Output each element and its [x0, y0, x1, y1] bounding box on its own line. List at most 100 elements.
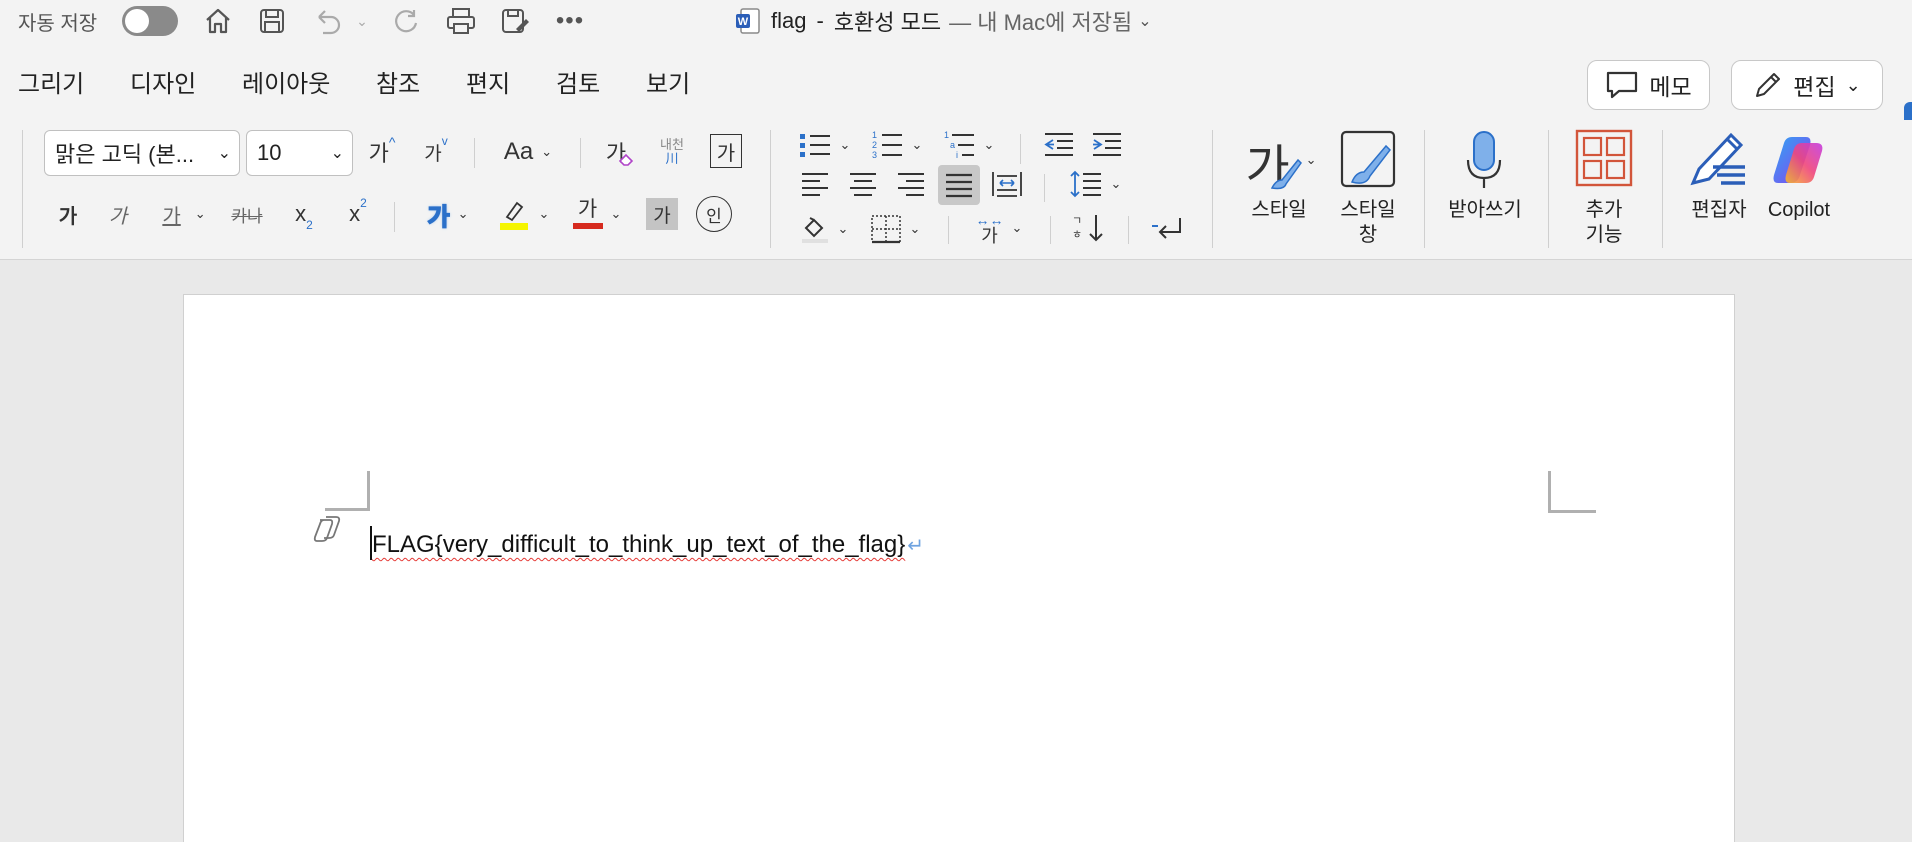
highlight-color-button[interactable]: ⌄ [492, 194, 554, 234]
justify-button[interactable] [938, 165, 980, 205]
distributed-button[interactable] [988, 166, 1026, 202]
tab-design[interactable]: 디자인 [130, 64, 196, 99]
align-center-icon [850, 173, 876, 196]
align-center-button[interactable] [844, 166, 882, 202]
tab-mailings[interactable]: 편지 [466, 64, 510, 99]
multilevel-list-button[interactable]: 1 a i ⌄ [940, 126, 996, 164]
asian-layout-button[interactable]: ↔↔ 가 ⌄ [966, 208, 1032, 248]
borders-button[interactable]: ⌄ [866, 210, 924, 248]
autosave-toggle[interactable] [122, 6, 178, 36]
title-bar: 자동 저장 ⌄ ••• W flag - 호환성 모드 — 내 Mac에 저장됨… [0, 0, 1912, 42]
chevron-down-icon: ⌄ [839, 137, 851, 152]
separator [1548, 130, 1549, 248]
sort-button[interactable]: ㄱㅎ [1066, 208, 1112, 248]
change-case-glyph: Aa [503, 138, 534, 165]
more-icon[interactable]: ••• [552, 6, 588, 36]
superscript-button[interactable]: x2 [340, 196, 376, 232]
font-color-glyph: 가 [577, 198, 598, 221]
document-paragraph[interactable]: FLAG{very_difficult_to_think_up_text_of_… [370, 526, 924, 560]
line-spacing-button[interactable]: ⌄ [1062, 166, 1128, 202]
align-left-button[interactable] [796, 166, 834, 202]
document-title[interactable]: W flag - 호환성 모드 — 내 Mac에 저장됨 ⌄ [735, 6, 1152, 36]
svg-text:1: 1 [872, 130, 877, 140]
editor-pen-icon [1690, 132, 1745, 186]
numbering-button[interactable]: 1 2 3 ⌄ [868, 126, 924, 164]
memo-button[interactable]: 메모 [1587, 60, 1710, 110]
clear-formatting-button[interactable]: 가 [600, 132, 640, 172]
edit-mode-button[interactable]: 편집 ⌄ [1731, 60, 1883, 110]
grow-font-button[interactable]: 가 ^ [362, 134, 402, 170]
font-color-button[interactable]: 가 ⌄ [566, 194, 628, 234]
font-size-select[interactable]: 10 ⌄ [246, 130, 353, 176]
tab-view[interactable]: 보기 [646, 64, 690, 99]
tab-layout[interactable]: 레이아웃 [242, 64, 330, 99]
add-ins-button[interactable] [1574, 128, 1634, 188]
subscript-button[interactable]: x2 [286, 196, 322, 232]
redo-icon[interactable] [388, 6, 424, 36]
character-border-button[interactable]: 가 [710, 134, 742, 168]
tab-review[interactable]: 검토 [556, 64, 600, 99]
chevron-down-icon: ⌄ [909, 221, 921, 236]
change-case-button[interactable]: Aa ⌄ [494, 134, 562, 170]
margin-corner-top-right [1548, 471, 1596, 513]
increase-indent-button[interactable] [1088, 126, 1126, 164]
tab-draw[interactable]: 그리기 [18, 64, 84, 99]
add-ins-label-line2: 기능 [1585, 224, 1623, 246]
svg-text:1: 1 [944, 130, 949, 140]
italic-glyph: 가 [108, 205, 128, 228]
strikethrough-button[interactable]: 카나 [226, 196, 268, 232]
asian-layout-text: 가 [981, 226, 998, 246]
document-mode: 호환성 모드 [833, 10, 942, 35]
font-size-value: 10 [257, 140, 282, 165]
autosave-label: 자동 저장 [18, 12, 98, 35]
undo-icon[interactable] [310, 6, 346, 36]
subscript-glyph: x [295, 201, 307, 226]
save-icon[interactable] [254, 6, 290, 36]
document-page[interactable] [183, 294, 1735, 842]
styles-pane-button[interactable] [1336, 126, 1400, 192]
tab-references[interactable]: 참조 [376, 64, 420, 99]
undo-dropdown-icon[interactable]: ⌄ [352, 6, 372, 36]
chevron-down-icon: ⌄ [457, 206, 469, 221]
italic-button[interactable]: 가 [102, 196, 134, 232]
separator [1424, 130, 1425, 248]
chevron-down-icon: ⌄ [1110, 176, 1122, 191]
chevron-down-icon: ⌄ [911, 137, 923, 152]
svg-text:2: 2 [872, 140, 877, 150]
copilot-inline-icon[interactable] [312, 514, 342, 549]
edit-mode-label: 편집 [1793, 74, 1836, 100]
home-icon[interactable] [200, 6, 236, 36]
phonetic-guide-button[interactable]: 내천 川 [652, 132, 692, 172]
editor-button[interactable] [1686, 126, 1752, 192]
align-right-button[interactable] [892, 166, 930, 202]
separator [474, 138, 475, 168]
dictate-button[interactable] [1454, 124, 1514, 194]
bold-button[interactable]: 가 [52, 196, 84, 232]
chevron-down-icon: ⌄ [538, 206, 550, 221]
superscript-glyph: x [349, 201, 361, 226]
underline-button[interactable]: 가 ⌄ [154, 196, 214, 232]
separator [1662, 130, 1663, 248]
character-shading-button[interactable]: 가 [646, 198, 678, 230]
add-ins-grid-icon [1575, 129, 1633, 187]
show-paragraph-marks-button[interactable] [1146, 208, 1190, 248]
enclose-characters-button[interactable]: 인 [696, 196, 732, 232]
text-effects-button[interactable]: 가 ⌄ [416, 194, 480, 234]
shading-button[interactable]: ⌄ [796, 210, 852, 248]
font-name-select[interactable]: 맑은 고딕 (본... ⌄ [44, 130, 240, 176]
save-as-icon[interactable] [496, 6, 534, 36]
svg-text:a: a [950, 140, 955, 150]
bullets-button[interactable]: ⌄ [796, 126, 852, 164]
superscript-mark: 2 [360, 196, 367, 210]
styles-gallery-button[interactable]: 가 ⌄ [1236, 128, 1326, 198]
justify-icon [946, 173, 972, 198]
separator [580, 138, 581, 168]
copilot-button[interactable] [1768, 128, 1830, 192]
document-text[interactable]: FLAG{very_difficult_to_think_up_text_of_… [372, 531, 905, 558]
decrease-indent-button[interactable] [1040, 126, 1078, 164]
print-icon[interactable] [442, 6, 480, 36]
text-effects-glyph: 가 [427, 203, 451, 232]
shrink-font-button[interactable]: 가v [416, 134, 456, 170]
char-shading-glyph: 가 [653, 205, 671, 227]
align-left-icon [802, 173, 828, 196]
